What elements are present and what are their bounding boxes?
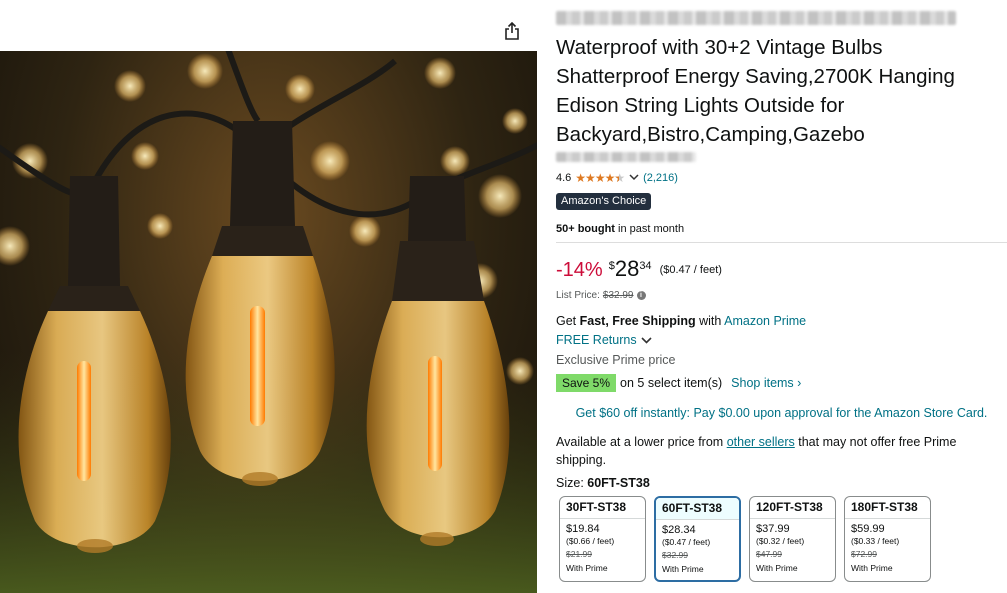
amazons-choice-badge[interactable]: Amazon's Choice [556, 193, 652, 210]
size-option-name: 120FT-ST38 [750, 497, 835, 519]
list-price-value: $32.99 [602, 290, 634, 301]
size-option-list-price: $21.99 [566, 549, 592, 559]
save-badge: Save 5% [556, 374, 617, 392]
size-option-name: 30FT-ST38 [560, 497, 645, 519]
exclusive-prime-price: Exclusive Prime price [556, 353, 676, 367]
share-button[interactable] [499, 18, 525, 44]
review-count-link[interactable]: (2,216) [643, 172, 678, 184]
price-whole: 28 [614, 256, 640, 281]
brand-line-redacted [556, 11, 956, 25]
list-price-row: List Price: $32.99 i [556, 290, 646, 301]
shipping-prefix: Get [556, 314, 580, 328]
price-per-unit: ($0.47 / feet) [659, 264, 722, 276]
size-option-prime: With Prime [851, 563, 893, 573]
bought-suffix: in past month [614, 223, 685, 235]
other-sellers-notice: Available at a lower price from other se… [556, 433, 996, 469]
store-card-offer-link[interactable]: Get $60 off instantly: Pay $0.00 upon ap… [556, 398, 1007, 428]
size-label: Size: 60FT-ST38 [556, 476, 650, 490]
size-option-price: $19.84 [566, 523, 600, 535]
current-price: $ 28 34 [609, 256, 652, 282]
bought-in-past-month: 50+ bought in past month [556, 223, 684, 235]
store-card-offer-text: Get $60 off instantly: Pay $0.00 upon ap… [575, 406, 988, 420]
size-option-60ft[interactable]: 60FT-ST38 $28.34 ($0.47 / feet) $32.99 W… [654, 496, 741, 582]
price-block: -14% $ 28 34 ($0.47 / feet) [556, 256, 722, 284]
size-option-unit-price: ($0.32 / feet) [756, 536, 805, 546]
size-label-prefix: Size: [556, 476, 588, 490]
product-title: Waterproof with 30+2 Vintage Bulbs Shatt… [556, 36, 955, 146]
shipping-info: Get Fast, Free Shipping with Amazon Prim… [556, 314, 806, 328]
size-option-prime: With Prime [566, 563, 608, 573]
bulb-right [366, 176, 510, 546]
rating-value: 4.6 [556, 172, 572, 184]
shipping-middle: with [695, 314, 725, 328]
size-option-name: 180FT-ST38 [845, 497, 930, 519]
free-returns-label: FREE Returns [556, 333, 637, 347]
amazon-prime-link[interactable]: Amazon Prime [724, 314, 806, 328]
rating-row[interactable]: 4.6 ★★★★★★ (2,216) [556, 171, 678, 185]
size-option-list-price: $32.99 [662, 550, 688, 560]
chevron-down-icon[interactable] [629, 173, 639, 184]
list-price-label: List Price: [556, 290, 600, 301]
product-details-panel: Waterproof with 30+2 Vintage Bulbs Shatt… [556, 0, 1007, 593]
size-option-price: $59.99 [851, 523, 885, 535]
availability-prefix: Available at a lower price from [556, 435, 727, 449]
price-fraction: 34 [639, 260, 652, 272]
size-option-price: $37.99 [756, 523, 790, 535]
size-options: 30FT-ST38 $19.84 ($0.66 / feet) $21.99 W… [559, 496, 931, 582]
free-returns-link[interactable]: FREE Returns [556, 333, 652, 347]
shop-items-link[interactable]: Shop items › [731, 376, 801, 390]
size-option-unit-price: ($0.33 / feet) [851, 536, 900, 546]
coupon-row: Save 5% on 5 select item(s) Shop items › [556, 374, 801, 392]
size-option-list-price: $47.99 [756, 549, 782, 559]
info-icon[interactable]: i [636, 291, 646, 300]
size-option-price: $28.34 [662, 524, 696, 536]
size-option-unit-price: ($0.66 / feet) [566, 536, 615, 546]
save-text: on 5 select item(s) [620, 376, 723, 390]
size-option-prime: With Prime [662, 564, 704, 574]
size-option-30ft[interactable]: 30FT-ST38 $19.84 ($0.66 / feet) $21.99 W… [559, 496, 646, 582]
size-option-list-price: $72.99 [851, 549, 877, 559]
other-sellers-link[interactable]: other sellers [727, 435, 795, 449]
shipping-bold: Fast, Free Shipping [579, 314, 696, 328]
bought-count: 50+ bought [556, 223, 615, 235]
size-option-180ft[interactable]: 180FT-ST38 $59.99 ($0.33 / feet) $72.99 … [844, 496, 931, 582]
chevron-down-icon [641, 336, 652, 344]
selected-size: 60FT-ST38 [587, 476, 650, 490]
bulb-left [18, 176, 171, 553]
divider [556, 242, 1007, 243]
share-icon [505, 22, 519, 40]
product-image[interactable] [0, 51, 537, 593]
size-option-name: 60FT-ST38 [656, 498, 739, 520]
bulb-middle [185, 121, 335, 486]
size-option-prime: With Prime [756, 563, 798, 573]
size-option-unit-price: ($0.47 / feet) [662, 537, 711, 547]
star-rating-icon[interactable]: ★★★★★★ [575, 171, 625, 185]
store-link-redacted[interactable] [556, 152, 696, 162]
discount-percent: -14% [556, 259, 603, 281]
size-option-120ft[interactable]: 120FT-ST38 $37.99 ($0.32 / feet) $47.99 … [749, 496, 836, 582]
